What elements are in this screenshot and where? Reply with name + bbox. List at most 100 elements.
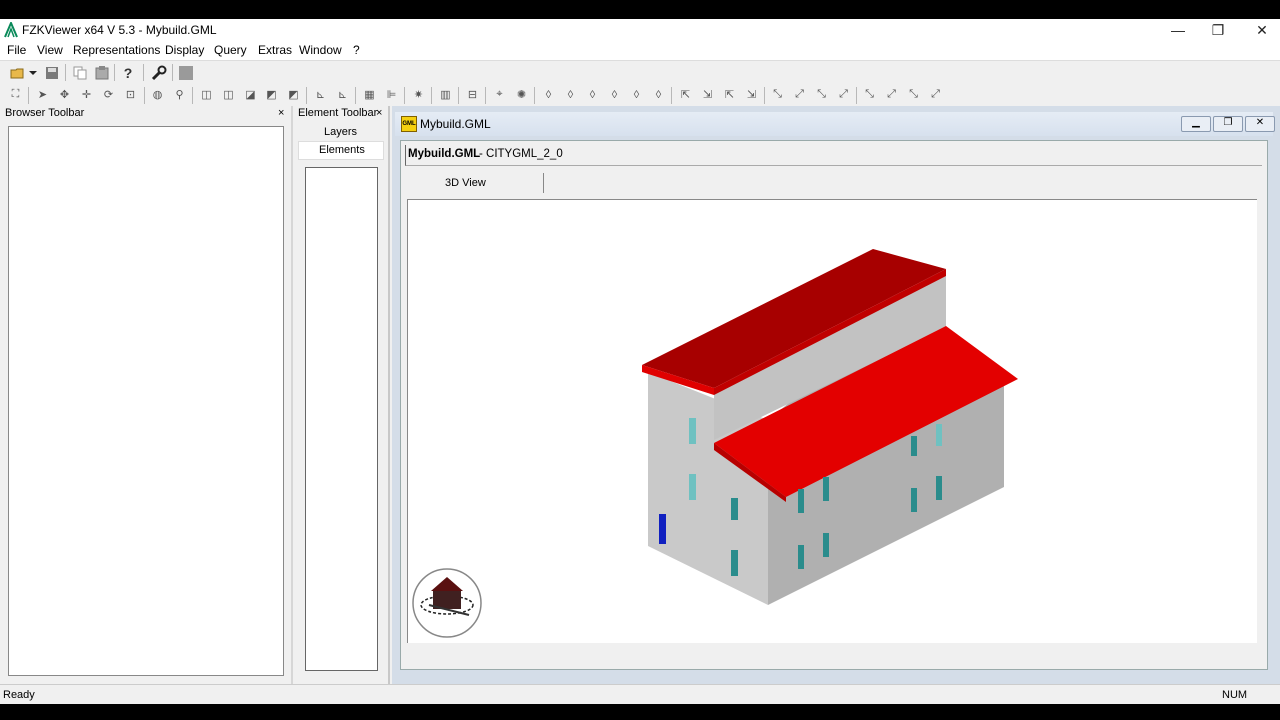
browser-tree[interactable] [8, 126, 284, 676]
explode-icon[interactable]: ✺ [512, 86, 531, 103]
move-3-icon[interactable]: ⇱ [720, 86, 739, 103]
window [731, 498, 738, 520]
close-button[interactable]: ✕ [1242, 19, 1280, 41]
view-iso-2-icon[interactable]: ◫ [219, 86, 238, 103]
tab-layers[interactable]: Layers [324, 126, 357, 138]
pan-icon[interactable]: ✛ [77, 86, 96, 103]
view-iso-1-icon[interactable]: ◫ [197, 86, 216, 103]
axis-1-icon[interactable]: ⊾ [311, 86, 330, 103]
toolbar-separator [764, 87, 765, 104]
view-iso-4-icon[interactable]: ◩ [262, 86, 281, 103]
fit-3-icon[interactable]: ⤡ [904, 86, 923, 103]
fit-4-icon[interactable]: ⤢ [926, 86, 945, 103]
menu-window[interactable]: Window [299, 43, 342, 57]
rotate-icon[interactable]: ⟳ [99, 86, 118, 103]
pan-select-icon[interactable]: ✥ [55, 86, 74, 103]
view-back-icon[interactable]: ◊ [561, 86, 580, 103]
menu-extras[interactable]: Extras [258, 43, 292, 57]
view-bottom-icon[interactable]: ◊ [649, 86, 668, 103]
door [659, 514, 666, 544]
grid-icon[interactable]: ▦ [360, 86, 379, 103]
zoom-all-icon[interactable]: ⛶ [6, 86, 25, 103]
browser-panel-title: Browser Toolbar [5, 107, 85, 119]
toolbar-separator [143, 64, 144, 81]
menu-view[interactable]: View [37, 43, 63, 57]
toolbar-separator [404, 87, 405, 104]
toolbar-separator [431, 87, 432, 104]
light-icon[interactable]: ✷ [409, 86, 428, 103]
navigation-compass-icon[interactable] [411, 567, 483, 639]
expand-4-icon[interactable]: ⤢ [834, 86, 853, 103]
menu-display[interactable]: Display [165, 43, 204, 57]
columns-icon[interactable]: ▥ [436, 86, 455, 103]
measure-icon[interactable]: ⊟ [463, 86, 482, 103]
gml-file-icon: GML [401, 116, 417, 132]
window [798, 545, 804, 569]
walk-icon[interactable]: ⚲ [170, 86, 189, 103]
doc-close-button[interactable]: ✕ [1245, 116, 1275, 132]
app-logo-icon [4, 22, 18, 38]
minimize-button[interactable]: — [1158, 19, 1198, 41]
wrench-icon[interactable] [150, 64, 168, 81]
help-icon[interactable]: ? [119, 64, 137, 81]
toolbar-separator [114, 64, 115, 81]
target-icon[interactable]: ⌖ [490, 86, 509, 103]
panel-splitter[interactable] [388, 106, 390, 684]
element-panel-title: Element Toolbar [298, 107, 378, 119]
view-top-icon[interactable]: ◊ [627, 86, 646, 103]
restore-button[interactable]: ❐ [1198, 19, 1238, 41]
menu-help[interactable]: ? [353, 43, 360, 57]
select-arrow-icon[interactable]: ➤ [33, 86, 52, 103]
stop-icon[interactable] [177, 64, 195, 81]
move-4-icon[interactable]: ⇲ [742, 86, 761, 103]
fit-2-icon[interactable]: ⤢ [882, 86, 901, 103]
view-right-icon[interactable]: ◊ [605, 86, 624, 103]
element-panel-close-button[interactable]: × [376, 106, 382, 120]
view-left-icon[interactable]: ◊ [583, 86, 602, 103]
document-header: Mybuild.GML - CITYGML_2_0 [405, 145, 1262, 166]
menu-query[interactable]: Query [214, 43, 247, 57]
align-icon[interactable]: ⊫ [382, 86, 401, 103]
toolbar-separator [65, 64, 66, 81]
toolbar-separator [306, 87, 307, 104]
mdi-area: GML Mybuild.GML ▁ ❐ ✕ Mybuild.GML - CITY… [392, 106, 1280, 684]
copy-icon[interactable] [71, 64, 89, 81]
toolbar-separator [28, 87, 29, 104]
document-format: - CITYGML_2_0 [479, 148, 563, 160]
elements-list[interactable] [305, 167, 378, 671]
window [689, 474, 696, 500]
doc-restore-button[interactable]: ❐ [1213, 116, 1243, 132]
view-iso-3-icon[interactable]: ◪ [241, 86, 260, 103]
window [936, 476, 942, 500]
zoom-window-icon[interactable]: ⊡ [121, 86, 140, 103]
status-bar: Ready NUM [0, 684, 1280, 704]
move-1-icon[interactable]: ⇱ [676, 86, 695, 103]
expand-2-icon[interactable]: ⤢ [790, 86, 809, 103]
expand-3-icon[interactable]: ⤡ [812, 86, 831, 103]
open-folder-icon[interactable] [9, 64, 27, 81]
panel-splitter[interactable] [291, 106, 293, 684]
view-iso-5-icon[interactable]: ◩ [284, 86, 303, 103]
menu-bar: File View Representations Display Query … [0, 41, 1280, 60]
building-model [642, 249, 1018, 605]
axis-2-icon[interactable]: ⊾ [333, 86, 352, 103]
open-dropdown-icon[interactable] [28, 64, 38, 81]
orbit-icon[interactable]: ◍ [148, 86, 167, 103]
window-title: FZKViewer x64 V 5.3 - Mybuild.GML [22, 23, 217, 37]
3d-viewport[interactable] [407, 199, 1257, 643]
fit-1-icon[interactable]: ⤡ [860, 86, 879, 103]
paste-icon[interactable] [93, 64, 111, 81]
toolbar-separator [856, 87, 857, 104]
window [731, 550, 738, 576]
menu-representations[interactable]: Representations [73, 43, 160, 57]
tab-elements[interactable]: Elements [319, 144, 365, 156]
doc-minimize-button[interactable]: ▁ [1181, 116, 1211, 132]
expand-1-icon[interactable]: ⤡ [768, 86, 787, 103]
save-icon[interactable] [43, 64, 61, 81]
tab-3d-view[interactable]: 3D View [401, 173, 544, 193]
move-2-icon[interactable]: ⇲ [698, 86, 717, 103]
toolbar-separator [534, 87, 535, 104]
menu-file[interactable]: File [7, 43, 26, 57]
browser-panel-close-button[interactable]: × [278, 106, 284, 120]
view-front-icon[interactable]: ◊ [539, 86, 558, 103]
